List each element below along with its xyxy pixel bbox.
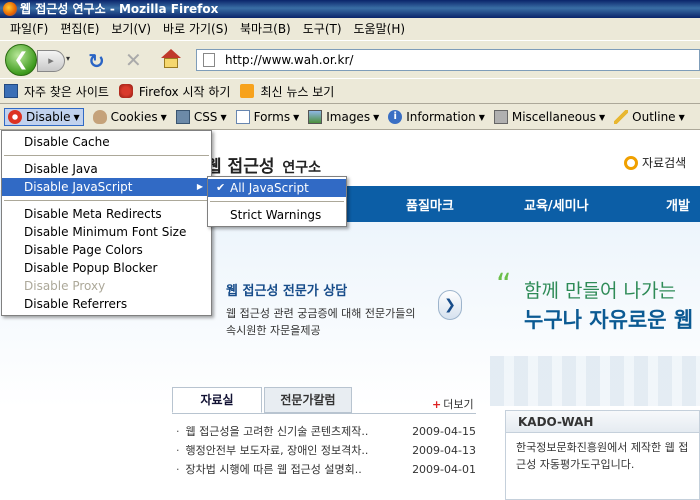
- kado-wah-box: KADO-WAH 한국정보문화진흥원에서 제작한 웹 접근성 자동평가도구입니다…: [505, 410, 700, 500]
- firefox-bookmark-icon: [118, 84, 133, 98]
- quote-mark-icon: “: [496, 268, 512, 303]
- javascript-submenu: ✔ All JavaScript Strict Warnings: [207, 176, 347, 227]
- plus-icon: +: [432, 398, 442, 411]
- menu-bookmarks[interactable]: 북마크(B): [234, 18, 297, 40]
- url-field[interactable]: http://www.wah.or.kr/: [196, 49, 700, 71]
- menu-item-disable-referrers[interactable]: Disable Referrers: [2, 295, 211, 313]
- navigation-toolbar: ❮ ▸ ▾ ↻ ✕ http://www.wah.or.kr/: [0, 40, 700, 78]
- tab-expert-column[interactable]: 전문가칼럼: [264, 387, 352, 413]
- webdev-misc-menu[interactable]: Miscellaneous ▼: [493, 110, 606, 124]
- menu-separator: [4, 200, 209, 201]
- chevron-down-icon: ▼: [73, 112, 80, 122]
- home-button[interactable]: [161, 49, 181, 69]
- bookmark-most-visited[interactable]: 자주 찾은 사이트: [4, 83, 109, 100]
- menu-item-disable-java[interactable]: Disable Java: [2, 160, 211, 178]
- firefox-icon: [3, 2, 17, 16]
- webdev-images-menu[interactable]: Images ▼: [308, 110, 379, 124]
- bookmarks-toolbar: 자주 찾은 사이트 Firefox 시작 하기 최신 뉴스 보기: [0, 78, 700, 104]
- submenu-arrow-icon: ▶: [196, 182, 203, 191]
- reload-button[interactable]: ↻: [88, 49, 105, 73]
- consult-title[interactable]: 웹 접근성 전문가 상담: [226, 280, 347, 299]
- bookmark-folder-icon: [4, 84, 18, 98]
- kado-wah-title[interactable]: KADO-WAH: [506, 411, 699, 433]
- webdev-outline-menu[interactable]: Outline ▼: [614, 110, 685, 124]
- menu-separator: [4, 155, 209, 156]
- chevron-down-icon: ▼: [478, 112, 485, 122]
- tab-library[interactable]: 자료실: [172, 387, 262, 413]
- webdev-cookies-menu[interactable]: Cookies ▼: [92, 110, 167, 124]
- list-item[interactable]: 장차법 시행에 따른 웹 접근성 설명회.. 2009-04-01: [176, 460, 477, 479]
- search-link[interactable]: 자료검색: [624, 154, 686, 171]
- list-item[interactable]: 웹 접근성을 고려한 신기술 콘텐츠제작.. 2009-04-15: [176, 422, 477, 441]
- window-title-bar: 웹 접근성 연구소 - Mozilla Firefox: [0, 0, 700, 18]
- home-icon: [161, 49, 181, 58]
- nav-quality-mark[interactable]: 품질마크: [406, 195, 454, 214]
- consult-description: 웹 접근성 관련 궁금증에 대해 전문가들의 속시원한 자문을제공: [226, 307, 416, 337]
- menu-go[interactable]: 바로 가기(S): [157, 18, 234, 40]
- kado-wah-description: 한국정보문화진흥원에서 제작한 웹 접근성 자동평가도구입니다.: [516, 441, 689, 471]
- menu-item-disable-page-colors[interactable]: Disable Page Colors: [2, 241, 211, 259]
- next-arrow-button[interactable]: ❯: [438, 290, 462, 320]
- menu-tools[interactable]: 도구(T): [297, 18, 348, 40]
- news-list: 웹 접근성을 고려한 신기술 콘텐츠제작.. 2009-04-15 행정안전부 …: [176, 422, 477, 479]
- menu-item-disable-javascript[interactable]: Disable JavaScript ▶: [2, 178, 211, 196]
- webdev-forms-menu[interactable]: Forms ▼: [235, 110, 300, 124]
- menu-item-disable-meta-redirects[interactable]: Disable Meta Redirects: [2, 205, 211, 223]
- info-icon: i: [388, 110, 403, 124]
- city-illustration: [490, 356, 700, 406]
- bookmark-getting-started[interactable]: Firefox 시작 하기: [118, 83, 230, 100]
- misc-icon: [493, 110, 508, 124]
- menu-item-disable-proxy: Disable Proxy: [24, 279, 106, 293]
- menu-file[interactable]: 파일(F): [4, 18, 54, 40]
- webdev-css-menu[interactable]: CSS ▼: [175, 110, 227, 124]
- chevron-down-icon: ▼: [160, 112, 167, 122]
- forms-icon: [235, 110, 250, 124]
- chevron-down-icon: ▼: [220, 112, 227, 122]
- chevron-down-icon: ▼: [678, 112, 685, 122]
- rss-icon: [240, 84, 255, 98]
- menu-separator: [210, 201, 344, 202]
- more-link[interactable]: + 더보기: [432, 396, 474, 412]
- window-title: 웹 접근성 연구소 - Mozilla Firefox: [20, 2, 219, 16]
- menu-item-disable-popup-blocker[interactable]: Disable Popup Blocker: [2, 259, 211, 277]
- menu-help[interactable]: 도움말(H): [348, 18, 412, 40]
- menu-view[interactable]: 보기(V): [105, 18, 157, 40]
- news-tabs: 자료실 전문가칼럼: [172, 387, 472, 413]
- page-icon: [203, 53, 215, 67]
- disable-icon: [8, 110, 22, 124]
- outline-pen-icon: [614, 110, 629, 124]
- menu-bar: 파일(F) 편집(E) 보기(V) 바로 가기(S) 북마크(B) 도구(T) …: [0, 18, 700, 40]
- search-icon: [624, 155, 638, 170]
- slogan-line-2: 누구나 자유로운 웹: [524, 308, 694, 332]
- stop-button[interactable]: ✕: [125, 48, 142, 72]
- images-icon: [308, 110, 323, 124]
- menu-edit[interactable]: 편집(E): [54, 18, 105, 40]
- list-item[interactable]: 행정안전부 보도자료, 장애인 정보격차.. 2009-04-13: [176, 441, 477, 460]
- forward-button[interactable]: ▸: [37, 50, 65, 72]
- chevron-down-icon: ▼: [373, 112, 380, 122]
- nav-development[interactable]: 개발: [666, 195, 690, 214]
- slogan-line-1: “ 함께 만들어 나가는: [496, 268, 676, 303]
- disable-dropdown-menu: Disable Cache Disable Java Disable JavaS…: [1, 130, 212, 316]
- bookmark-latest-news[interactable]: 최신 뉴스 보기: [240, 83, 334, 100]
- back-button[interactable]: ❮: [5, 44, 37, 76]
- menu-item-disable-cache[interactable]: Disable Cache: [2, 133, 211, 151]
- history-dropdown-icon[interactable]: ▾: [66, 54, 70, 63]
- css-icon: [175, 110, 190, 124]
- url-text: http://www.wah.or.kr/: [225, 53, 354, 67]
- chevron-down-icon: ▼: [293, 112, 300, 122]
- webdev-disable-menu[interactable]: Disable ▼: [4, 108, 84, 126]
- menu-item-strict-warnings[interactable]: Strict Warnings: [208, 206, 346, 224]
- site-logo[interactable]: 웹 접근성 연구소: [206, 152, 321, 177]
- cookie-icon: [92, 110, 107, 124]
- menu-item-all-javascript[interactable]: ✔ All JavaScript: [208, 179, 346, 197]
- nav-education[interactable]: 교육/세미나: [524, 195, 589, 214]
- web-developer-toolbar: Disable ▼ Cookies ▼ CSS ▼ Forms ▼ Images…: [0, 105, 700, 130]
- menu-item-disable-minimum-font-size[interactable]: Disable Minimum Font Size: [2, 223, 211, 241]
- chevron-down-icon: ▼: [599, 112, 606, 122]
- check-icon: ✔: [216, 181, 226, 194]
- webdev-information-menu[interactable]: i Information ▼: [388, 110, 485, 124]
